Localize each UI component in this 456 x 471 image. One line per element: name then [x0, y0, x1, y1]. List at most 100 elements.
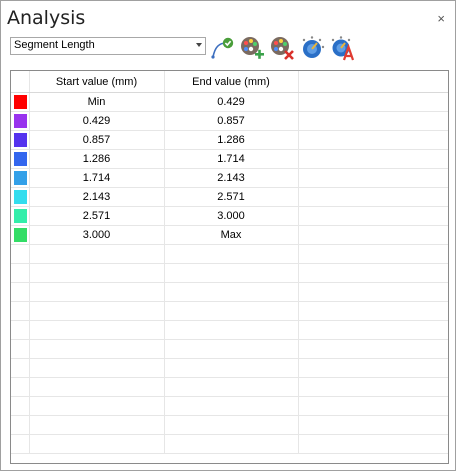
- mode-dropdown-value: Segment Length: [14, 39, 95, 51]
- empty-cell: [29, 263, 165, 283]
- empty-cell: [298, 92, 448, 112]
- end-value-cell[interactable]: 0.429: [164, 92, 299, 112]
- empty-table-row: [11, 434, 448, 454]
- empty-table-row: [11, 415, 448, 435]
- end-value-cell[interactable]: Max: [164, 225, 299, 245]
- close-icon[interactable]: ×: [437, 12, 445, 25]
- color-swatch[interactable]: [14, 228, 27, 242]
- empty-cell: [298, 168, 448, 188]
- empty-cell: [29, 396, 165, 416]
- color-swatch[interactable]: [14, 190, 27, 204]
- panel-title: Analysis: [7, 7, 86, 29]
- empty-cell: [29, 339, 165, 359]
- color-swatch[interactable]: [14, 114, 27, 128]
- start-value-cell[interactable]: 0.429: [29, 111, 165, 131]
- table-row[interactable]: 1.286 1.714: [11, 149, 448, 169]
- color-swatch-cell[interactable]: [11, 225, 30, 245]
- color-ranges-table[interactable]: Start value (mm) End value (mm) Min 0.429…: [10, 70, 449, 464]
- end-value-cell[interactable]: 2.571: [164, 187, 299, 207]
- gauge-text-icon[interactable]: [329, 35, 355, 61]
- empty-cell: [11, 434, 30, 454]
- empty-cell: [298, 282, 448, 302]
- end-value-cell[interactable]: 3.000: [164, 206, 299, 226]
- table-row[interactable]: 0.429 0.857: [11, 111, 448, 131]
- empty-cell: [298, 339, 448, 359]
- empty-cell: [11, 282, 30, 302]
- empty-cell: [164, 377, 299, 397]
- empty-cell: [298, 111, 448, 131]
- empty-cell: [164, 320, 299, 340]
- empty-cell: [298, 225, 448, 245]
- end-value-cell[interactable]: 1.714: [164, 149, 299, 169]
- table-row[interactable]: Min 0.429: [11, 92, 448, 112]
- color-swatch-cell[interactable]: [11, 149, 30, 169]
- empty-cell: [298, 320, 448, 340]
- empty-cell: [11, 396, 30, 416]
- gauge-icon[interactable]: [299, 35, 325, 61]
- empty-table-row: [11, 301, 448, 321]
- empty-cell: [11, 377, 30, 397]
- start-value-header[interactable]: Start value (mm): [29, 71, 165, 93]
- empty-cell: [298, 434, 448, 454]
- empty-cell: [298, 149, 448, 169]
- empty-cell: [298, 206, 448, 226]
- empty-cell: [164, 282, 299, 302]
- end-value-header[interactable]: End value (mm): [164, 71, 299, 93]
- empty-cell: [29, 358, 165, 378]
- color-swatch-cell[interactable]: [11, 206, 30, 226]
- empty-cell: [29, 282, 165, 302]
- table-row[interactable]: 2.143 2.571: [11, 187, 448, 207]
- table-row[interactable]: 3.000 Max: [11, 225, 448, 245]
- start-value-cell[interactable]: 2.143: [29, 187, 165, 207]
- empty-table-row: [11, 396, 448, 416]
- empty-cell: [298, 130, 448, 150]
- table-row[interactable]: 0.857 1.286: [11, 130, 448, 150]
- color-swatch-cell[interactable]: [11, 187, 30, 207]
- end-value-cell[interactable]: 0.857: [164, 111, 299, 131]
- empty-cell: [164, 434, 299, 454]
- empty-cell: [11, 301, 30, 321]
- color-swatch[interactable]: [14, 209, 27, 223]
- empty-cell: [164, 339, 299, 359]
- empty-cell: [298, 358, 448, 378]
- start-value-cell[interactable]: 1.714: [29, 168, 165, 188]
- empty-table-row: [11, 320, 448, 340]
- end-value-cell[interactable]: 2.143: [164, 168, 299, 188]
- empty-cell: [298, 301, 448, 321]
- color-swatch-cell[interactable]: [11, 92, 30, 112]
- curve-check-icon[interactable]: [210, 35, 236, 61]
- color-swatch[interactable]: [14, 152, 27, 166]
- table-row[interactable]: 2.571 3.000: [11, 206, 448, 226]
- analysis-panel: Analysis × Segment Length Start value (m…: [0, 0, 456, 471]
- empty-cell: [164, 263, 299, 283]
- empty-cell: [164, 301, 299, 321]
- empty-table-row: [11, 358, 448, 378]
- empty-cell: [29, 377, 165, 397]
- palette-add-icon[interactable]: [239, 35, 265, 61]
- color-swatch[interactable]: [14, 133, 27, 147]
- empty-cell: [298, 377, 448, 397]
- start-value-cell[interactable]: 3.000: [29, 225, 165, 245]
- palette-delete-icon[interactable]: [269, 35, 295, 61]
- start-value-cell[interactable]: Min: [29, 92, 165, 112]
- empty-cell: [164, 244, 299, 264]
- empty-cell: [29, 301, 165, 321]
- empty-cell: [11, 415, 30, 435]
- end-value-cell[interactable]: 1.286: [164, 130, 299, 150]
- empty-table-row: [11, 282, 448, 302]
- color-swatch-cell[interactable]: [11, 130, 30, 150]
- start-value-cell[interactable]: 2.571: [29, 206, 165, 226]
- empty-cell: [11, 320, 30, 340]
- color-swatch[interactable]: [14, 95, 27, 109]
- color-swatch-cell[interactable]: [11, 111, 30, 131]
- table-row[interactable]: 1.714 2.143: [11, 168, 448, 188]
- chevron-down-icon: [196, 43, 202, 47]
- empty-table-row: [11, 339, 448, 359]
- color-swatch-cell[interactable]: [11, 168, 30, 188]
- start-value-cell[interactable]: 1.286: [29, 149, 165, 169]
- start-value-cell[interactable]: 0.857: [29, 130, 165, 150]
- empty-cell: [29, 244, 165, 264]
- empty-cell: [164, 415, 299, 435]
- mode-dropdown[interactable]: Segment Length: [10, 37, 206, 55]
- color-swatch[interactable]: [14, 171, 27, 185]
